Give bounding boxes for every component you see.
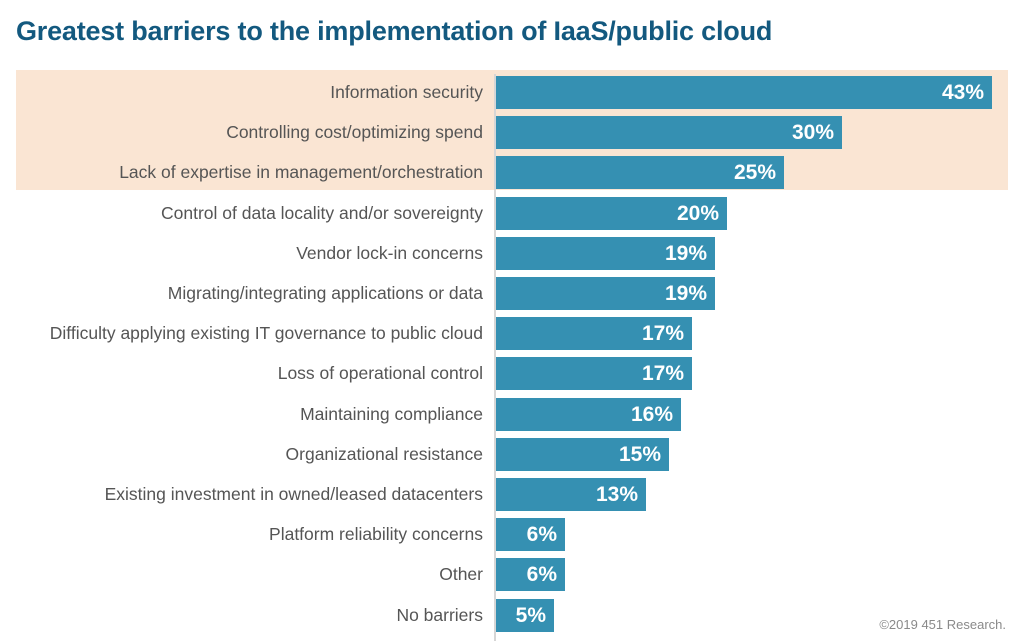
bar: 43% xyxy=(496,76,992,109)
copyright-credit: ©2019 451 Research. xyxy=(879,617,1006,632)
bar: 17% xyxy=(496,317,692,351)
category-label: Vendor lock-in concerns xyxy=(296,242,483,263)
bar-row: Loss of operational control 17% xyxy=(0,357,1024,391)
category-label: Lack of expertise in management/orchestr… xyxy=(119,162,483,183)
category-label: Other xyxy=(439,564,483,585)
bar: 19% xyxy=(496,236,715,270)
category-label: Controlling cost/optimizing spend xyxy=(226,122,483,143)
bar-value-label: 30% xyxy=(791,121,834,145)
page-title: Greatest barriers to the implementation … xyxy=(16,16,773,46)
bar-row: Controlling cost/optimizing spend 30% xyxy=(0,116,1024,150)
bar-value-label: 6% xyxy=(526,523,557,547)
category-label: Control of data locality and/or sovereig… xyxy=(161,202,483,223)
bar-value-label: 43% xyxy=(941,81,984,104)
bar-row: No barriers 5% xyxy=(0,598,1024,632)
bar: 16% xyxy=(496,397,681,431)
bar-row: Existing investment in owned/leased data… xyxy=(0,478,1024,511)
bar-row: Control of data locality and/or sovereig… xyxy=(0,196,1024,230)
bar-value-label: 5% xyxy=(515,603,546,627)
category-label: Migrating/integrating applications or da… xyxy=(167,283,483,303)
bar: 5% xyxy=(496,598,554,632)
category-label: Maintaining compliance xyxy=(300,403,483,424)
category-label: Existing investment in owned/leased data… xyxy=(104,484,483,504)
category-label: No barriers xyxy=(396,604,483,625)
bar-row: Vendor lock-in concerns 19% xyxy=(0,236,1024,270)
category-label: Information security xyxy=(330,82,483,102)
bar-value-label: 20% xyxy=(676,201,719,225)
category-label: Loss of operational control xyxy=(277,363,483,384)
bar: 13% xyxy=(496,478,646,511)
category-label: Difficulty applying existing IT governan… xyxy=(49,323,483,344)
bar-value-label: 25% xyxy=(733,161,776,185)
bar-row: Information security 43% xyxy=(0,76,1024,109)
bar-value-label: 19% xyxy=(664,282,707,305)
bar-value-label: 19% xyxy=(664,241,707,265)
bar-value-label: 17% xyxy=(641,362,684,386)
bar-value-label: 13% xyxy=(595,483,638,506)
bar-chart: Greatest barriers to the implementation … xyxy=(0,0,1024,644)
bar-value-label: 16% xyxy=(630,402,673,426)
bar: 17% xyxy=(496,357,692,391)
bar-row: Other 6% xyxy=(0,558,1024,592)
bar-row: Migrating/integrating applications or da… xyxy=(0,277,1024,310)
bar-row: Lack of expertise in management/orchestr… xyxy=(0,156,1024,190)
bar-row: Platform reliability concerns 6% xyxy=(0,518,1024,552)
bar: 25% xyxy=(496,156,784,190)
category-label: Platform reliability concerns xyxy=(269,524,483,545)
category-label: Organizational resistance xyxy=(285,443,483,464)
bar-row: Maintaining compliance 16% xyxy=(0,397,1024,431)
bar-row: Organizational resistance 15% xyxy=(0,437,1024,471)
bar: 6% xyxy=(496,518,565,552)
bar: 6% xyxy=(496,558,565,592)
plot-area: Information security 43% Controlling cost/… xyxy=(0,70,1024,644)
bar: 20% xyxy=(496,196,727,230)
bar-value-label: 17% xyxy=(641,322,684,346)
bar: 30% xyxy=(496,116,842,150)
bar-value-label: 6% xyxy=(526,563,557,587)
bar: 19% xyxy=(496,277,715,310)
bar-value-label: 15% xyxy=(618,442,661,466)
bar: 15% xyxy=(496,437,669,471)
bar-row: Difficulty applying existing IT governan… xyxy=(0,317,1024,351)
